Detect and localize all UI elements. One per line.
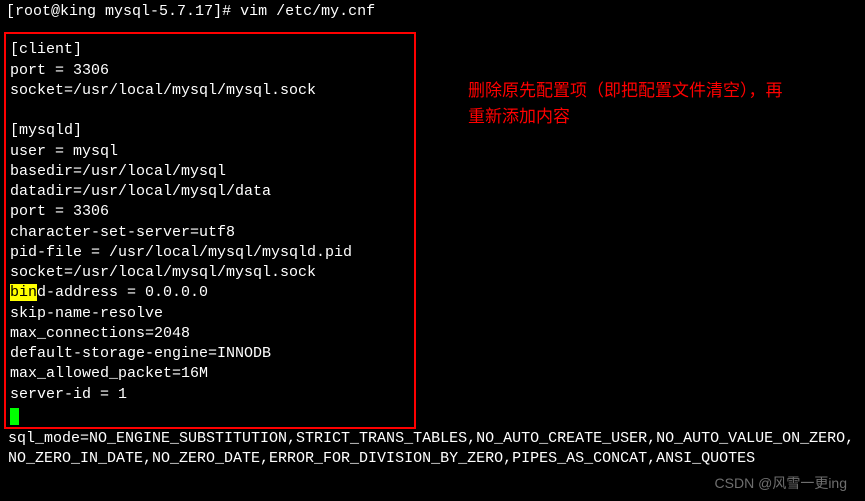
config-line[interactable]: user = mysql (10, 142, 410, 162)
config-line[interactable]: skip-name-resolve (10, 304, 410, 324)
config-line[interactable]: max_connections=2048 (10, 324, 410, 344)
search-highlight: bin (10, 284, 37, 301)
config-line[interactable]: basedir=/usr/local/mysql (10, 162, 410, 182)
config-line[interactable]: socket=/usr/local/mysql/mysql.sock (10, 81, 410, 101)
watermark: CSDN @风雪一更ing (715, 474, 847, 493)
config-line[interactable]: port = 3306 (10, 61, 410, 81)
config-line[interactable]: pid-file = /usr/local/mysql/mysqld.pid (10, 243, 410, 263)
annotation-line2: 重新添加内容 (468, 104, 848, 130)
bind-address-line[interactable]: bind-address = 0.0.0.0 (10, 283, 410, 303)
vim-cursor (10, 408, 19, 425)
bind-address-rest: d-address = 0.0.0.0 (37, 284, 208, 301)
prompt-open-bracket: [ (6, 3, 15, 20)
prompt-close-bracket: ]# (213, 3, 231, 20)
config-line[interactable]: socket=/usr/local/mysql/mysql.sock (10, 263, 410, 283)
config-line[interactable]: datadir=/usr/local/mysql/data (10, 182, 410, 202)
config-line[interactable]: default-storage-engine=INNODB (10, 344, 410, 364)
config-line[interactable]: [client] (10, 40, 410, 60)
prompt-cwd: mysql-5.7.17 (105, 3, 213, 20)
prompt-command[interactable]: vim /etc/my.cnf (240, 3, 375, 20)
cursor-line[interactable] (10, 405, 410, 425)
config-lines-after[interactable]: skip-name-resolvemax_connections=2048def… (10, 304, 410, 405)
config-lines-before[interactable]: [client]port = 3306socket=/usr/local/mys… (10, 40, 410, 283)
annotation-text: 删除原先配置项（即把配置文件清空），再 重新添加内容 (468, 78, 848, 129)
prompt-user-host: root@king (15, 3, 96, 20)
config-line[interactable]: port = 3306 (10, 202, 410, 222)
config-line[interactable]: max_allowed_packet=16M (10, 364, 410, 384)
config-line[interactable]: [mysqld] (10, 121, 410, 141)
shell-prompt: [root@king mysql-5.7.17]# vim /etc/my.cn… (0, 0, 865, 26)
annotation-line1: 删除原先配置项（即把配置文件清空），再 (468, 78, 848, 104)
config-line[interactable]: server-id = 1 (10, 385, 410, 405)
sql-mode-line[interactable]: sql_mode=NO_ENGINE_SUBSTITUTION,STRICT_T… (0, 429, 865, 474)
config-line[interactable] (10, 101, 410, 121)
highlighted-config-region: [client]port = 3306socket=/usr/local/mys… (4, 32, 416, 429)
config-line[interactable]: character-set-server=utf8 (10, 223, 410, 243)
